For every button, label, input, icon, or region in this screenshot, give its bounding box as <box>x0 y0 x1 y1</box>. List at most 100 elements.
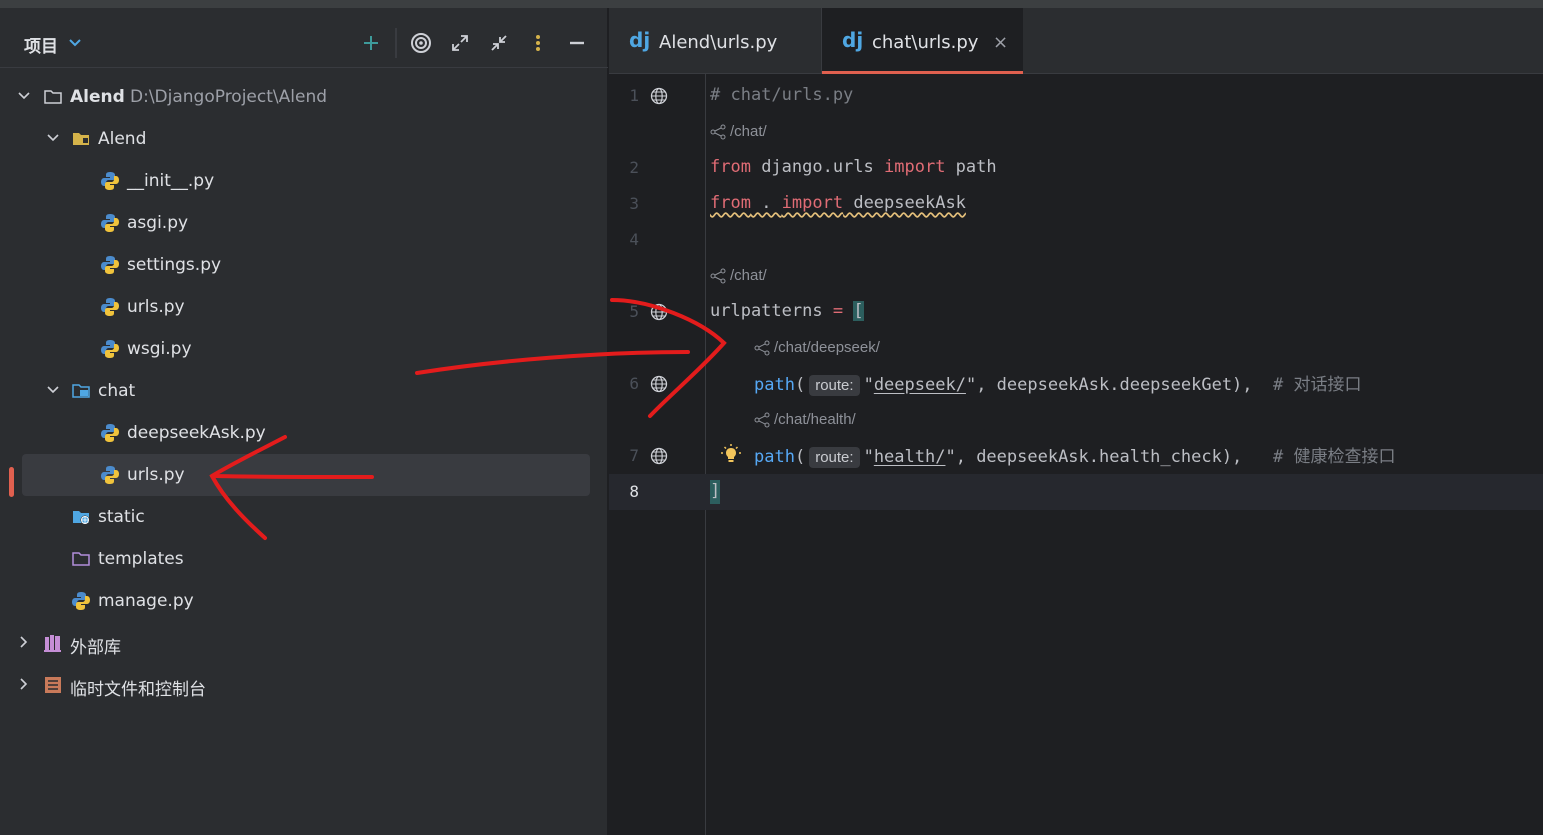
endpoint-hint-row: /chat/ <box>609 258 1543 294</box>
library-icon <box>43 633 63 653</box>
tree-item-templates[interactable]: templates <box>0 538 608 580</box>
selection-marker <box>9 467 14 497</box>
tab-label: Alend\urls.py <box>659 32 778 53</box>
tree-item-scratches-and-consoles[interactable]: 临时文件和控制台 <box>0 664 608 706</box>
tree-item-label: manage.py <box>98 591 194 611</box>
tree-item-static[interactable]: static <box>0 496 608 538</box>
project-panel-title[interactable]: 项目 <box>24 32 58 57</box>
python-file-icon <box>100 171 120 191</box>
lightbulb-icon[interactable] <box>721 444 741 470</box>
code-line-7[interactable]: 7 path(route: "health/", deepseekAsk.heal… <box>609 438 1543 474</box>
endpoint-label: /chat/ <box>730 123 767 140</box>
more-options-icon[interactable] <box>527 32 549 54</box>
code-line-6[interactable]: 6 path(route: "deepseek/", deepseekAsk.de… <box>609 366 1543 402</box>
window-top-strip <box>0 0 1543 8</box>
project-panel: 项目 Alend D:\DjangoProject\Alend Alend __… <box>0 8 608 835</box>
tree-item-alend-root[interactable]: Alend D:\DjangoProject\Alend <box>0 76 608 118</box>
toolbar-divider <box>395 28 397 58</box>
app-folder-icon <box>71 381 91 401</box>
code-text: path(route: "health/", deepseekAsk.health… <box>754 447 1396 468</box>
line-number: 5 <box>629 302 639 321</box>
globe-icon[interactable] <box>650 375 668 393</box>
code-line-2[interactable]: 2 from django.urls import path <box>609 150 1543 186</box>
endpoint-hint-row: /chat/deepseek/ <box>609 330 1543 366</box>
tree-item-label: 外部库 <box>70 638 121 658</box>
endpoint-hint-row: /chat/ <box>609 114 1543 150</box>
tree-item-label: asgi.py <box>127 213 189 233</box>
code-line-8[interactable]: 8 ] <box>609 474 1543 510</box>
tree-item-init-py[interactable]: __init__.py <box>0 160 608 202</box>
package-folder-icon <box>71 129 91 149</box>
python-file-icon <box>71 591 91 611</box>
chevron-down-icon[interactable] <box>45 130 61 146</box>
chevron-down-icon[interactable] <box>45 382 61 398</box>
endpoint-hint[interactable]: /chat/health/ <box>754 411 856 428</box>
line-number: 7 <box>629 446 639 465</box>
python-file-icon <box>100 465 120 485</box>
chevron-down-icon[interactable] <box>68 35 82 54</box>
tree-item-deepseekask-py[interactable]: deepseekAsk.py <box>0 412 608 454</box>
tree-item-settings-py[interactable]: settings.py <box>0 244 608 286</box>
tree-item-manage-py[interactable]: manage.py <box>0 580 608 622</box>
code-text-warning: from . import deepseekAsk <box>710 193 966 213</box>
endpoint-label: /chat/ <box>730 267 767 284</box>
tree-item-chat[interactable]: chat <box>0 370 608 412</box>
globe-icon[interactable] <box>650 303 668 321</box>
tree-item-external-libraries[interactable]: 外部库 <box>0 622 608 664</box>
chevron-right-icon[interactable] <box>16 676 32 692</box>
tree-item-label: settings.py <box>127 255 222 275</box>
tree-item-urls-py[interactable]: urls.py <box>0 286 608 328</box>
tree-item-label: chat <box>98 381 136 401</box>
code-line-5[interactable]: 5 urlpatterns = [ <box>609 294 1543 330</box>
code-editor: dj Alend\urls.py dj chat\urls.py × 1 # c… <box>609 8 1543 835</box>
project-path: D:\DjangoProject\Alend <box>130 87 328 107</box>
tab-alend-urls[interactable]: dj Alend\urls.py <box>609 8 821 74</box>
share-nodes-icon <box>754 412 770 427</box>
code-line-4[interactable]: 4 <box>609 222 1543 258</box>
tree-item-alend-package[interactable]: Alend <box>0 118 608 160</box>
share-nodes-icon <box>754 340 770 355</box>
share-nodes-icon <box>710 268 726 283</box>
code-line-1[interactable]: 1 # chat/urls.py <box>609 78 1543 114</box>
locate-target-icon[interactable] <box>410 32 432 54</box>
hide-panel-icon[interactable] <box>566 32 588 54</box>
parameter-hint: route: <box>809 447 860 468</box>
tree-item-label: __init__.py <box>127 171 215 191</box>
line-number: 1 <box>629 86 639 105</box>
tree-item-label: templates <box>98 549 184 569</box>
globe-icon[interactable] <box>650 87 668 105</box>
line-number: 8 <box>629 482 639 501</box>
tree-item-wsgi-py[interactable]: wsgi.py <box>0 328 608 370</box>
code-line-3[interactable]: 3 from . import deepseekAsk <box>609 186 1543 222</box>
add-icon[interactable] <box>360 32 382 54</box>
tab-chat-urls[interactable]: dj chat\urls.py × <box>821 8 1023 74</box>
folder-icon <box>43 87 63 107</box>
line-number: 6 <box>629 374 639 393</box>
tab-label: chat\urls.py <box>872 32 979 53</box>
expand-all-icon[interactable] <box>449 32 471 54</box>
chevron-down-icon[interactable] <box>16 88 32 104</box>
scratches-icon <box>43 675 63 695</box>
chevron-right-icon[interactable] <box>16 634 32 650</box>
endpoint-hint[interactable]: /chat/ <box>710 267 767 284</box>
django-icon: dj <box>842 28 864 52</box>
endpoint-hint[interactable]: /chat/ <box>710 123 767 140</box>
python-file-icon <box>100 213 120 233</box>
code-comment: # chat/urls.py <box>710 85 854 105</box>
line-number: 3 <box>629 194 639 213</box>
collapse-all-icon[interactable] <box>488 32 510 54</box>
django-icon: dj <box>629 28 651 52</box>
endpoint-hint[interactable]: /chat/deepseek/ <box>754 339 880 356</box>
tree-item-chat-urls-py[interactable]: urls.py <box>22 454 590 496</box>
template-folder-icon <box>71 549 91 569</box>
tree-item-label: 临时文件和控制台 <box>70 680 206 700</box>
tree-item-label: wsgi.py <box>127 339 192 359</box>
tree-item-asgi-py[interactable]: asgi.py <box>0 202 608 244</box>
share-nodes-icon <box>710 124 726 139</box>
tree-item-label: deepseekAsk.py <box>127 423 266 443</box>
tree-item-label: Alend <box>70 87 125 107</box>
globe-icon[interactable] <box>650 447 668 465</box>
code-text: ] <box>710 481 721 501</box>
editor-tab-bar: dj Alend\urls.py dj chat\urls.py × <box>609 8 1543 74</box>
close-icon[interactable]: × <box>993 32 1008 53</box>
